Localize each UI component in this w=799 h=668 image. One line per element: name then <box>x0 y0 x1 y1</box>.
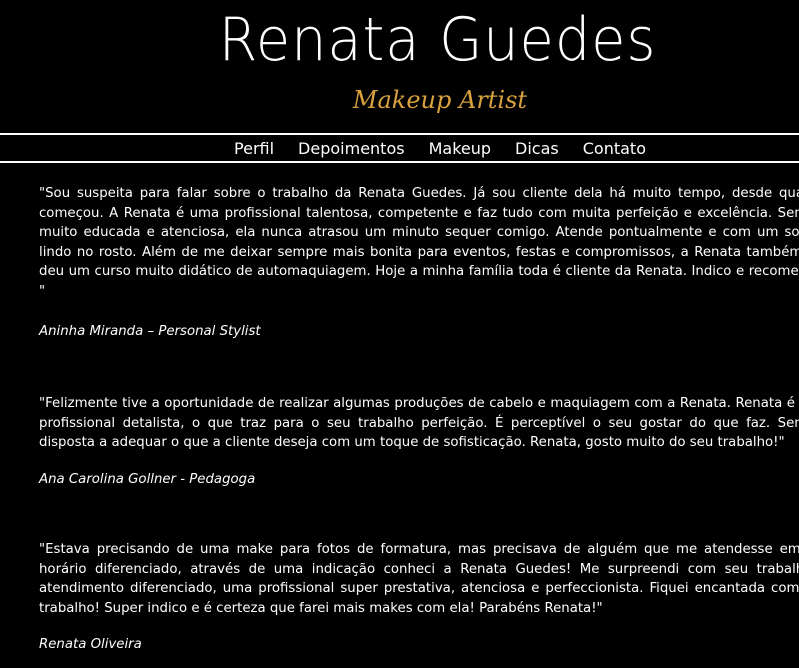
nav-item-perfil[interactable]: Perfil <box>234 137 274 161</box>
nav-item-contato[interactable]: Contato <box>583 137 646 161</box>
testimonial-quote: "Felizmente tive a oportunidade de reali… <box>39 396 799 451</box>
testimonial-author: Aninha Miranda – Personal Stylist <box>39 324 261 339</box>
testimonial-3: "Estava precisando de uma make para foto… <box>39 540 799 652</box>
testimonial-quote: "Sou suspeita para falar sobre o trabalh… <box>39 186 799 299</box>
main-nav: Perfil Depoimentos Makeup Dicas Contato <box>0 136 799 161</box>
brand-tagline: Makeup Artist <box>352 86 528 114</box>
nav-item-depoimentos[interactable]: Depoimentos <box>298 137 405 161</box>
nav-divider-top <box>0 133 799 135</box>
testimonial-2: "Felizmente tive a oportunidade de reali… <box>39 394 799 487</box>
site-header: Renata Guedes Makeup Artist <box>0 0 799 130</box>
nav-item-dicas[interactable]: Dicas <box>515 137 559 161</box>
testimonial-1: "Sou suspeita para falar sobre o trabalh… <box>39 184 799 339</box>
testimonial-author: Ana Carolina Gollner - Pedagoga <box>39 472 256 487</box>
nav-divider-bottom <box>0 161 799 163</box>
nav-item-makeup[interactable]: Makeup <box>429 137 491 161</box>
testimonial-quote: "Estava precisando de uma make para foto… <box>39 542 799 616</box>
brand-name: Renata Guedes <box>218 5 657 75</box>
testimonial-author: Renata Oliveira <box>39 637 142 652</box>
